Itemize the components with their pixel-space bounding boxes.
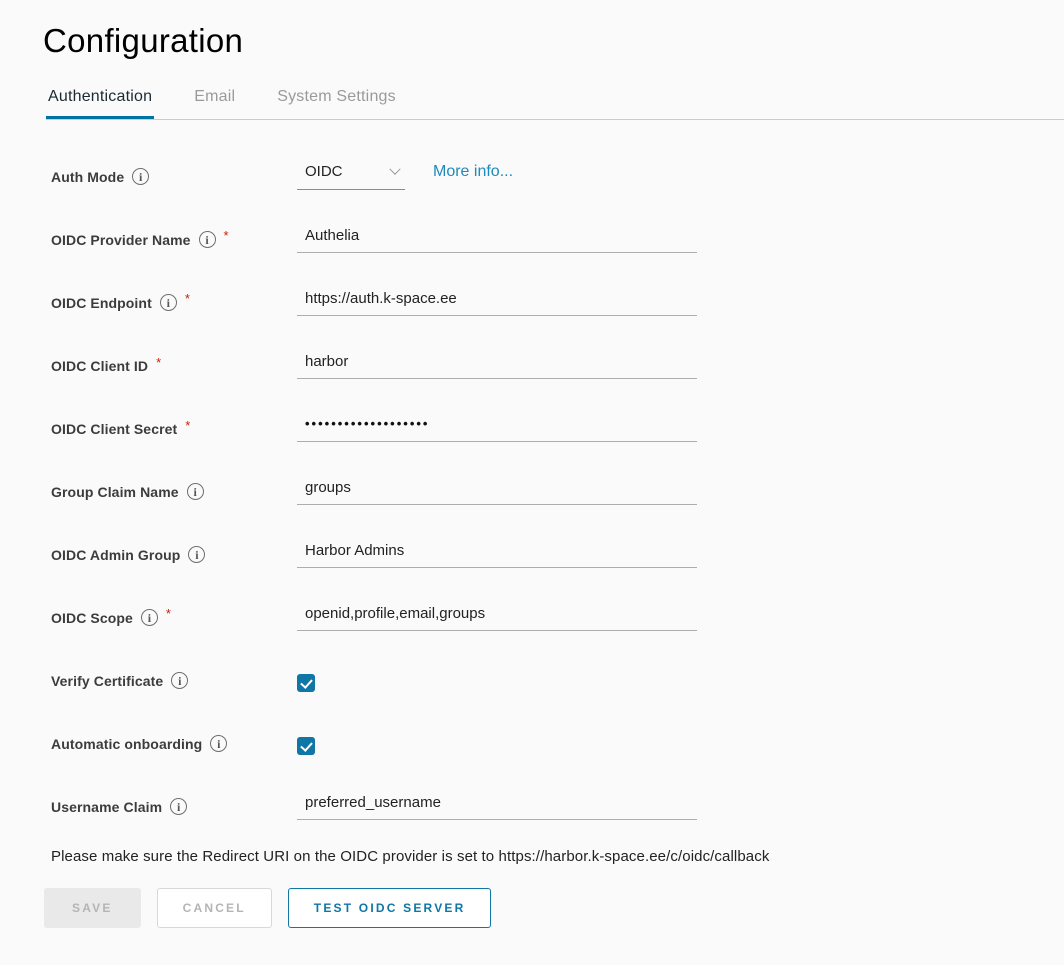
group-claim-name-input[interactable] (297, 479, 697, 505)
label-col: Username Claim i (51, 798, 297, 815)
field-label: OIDC Client Secret (51, 421, 177, 437)
label-col: OIDC Provider Name i * (51, 231, 297, 248)
info-icon[interactable]: i (210, 735, 227, 752)
control-col (297, 479, 697, 505)
control-col (297, 794, 697, 820)
config-form: Auth Mode i OIDC More info... OIDC Provider … (51, 149, 1064, 820)
label-col: Auth Mode i (51, 168, 297, 185)
oidc-provider-name-input[interactable] (297, 227, 697, 253)
field-label: Verify Certificate (51, 673, 163, 689)
label-col: Group Claim Name i (51, 483, 297, 500)
label-col: OIDC Endpoint i * (51, 294, 297, 311)
oidc-endpoint-input[interactable] (297, 290, 697, 316)
oidc-scope-input[interactable] (297, 605, 697, 631)
label-col: OIDC Admin Group i (51, 546, 297, 563)
info-icon[interactable]: i (160, 294, 177, 311)
field-label: OIDC Provider Name (51, 232, 191, 248)
control-col: OIDC More info... (297, 163, 513, 190)
test-oidc-server-button[interactable]: TEST OIDC SERVER (288, 888, 492, 928)
form-row-username-claim: Username Claim i (51, 779, 1064, 820)
required-asterisk: * (224, 228, 229, 243)
form-row-oidc-provider-name: OIDC Provider Name i * (51, 212, 1064, 253)
info-icon[interactable]: i (187, 483, 204, 500)
oidc-client-secret-input[interactable] (297, 416, 697, 442)
form-row-auth-mode: Auth Mode i OIDC More info... (51, 149, 1064, 190)
field-label: OIDC Scope (51, 610, 133, 626)
control-col (297, 674, 315, 694)
field-label: OIDC Endpoint (51, 295, 152, 311)
chevron-down-icon (389, 163, 400, 174)
field-label: Automatic onboarding (51, 736, 202, 752)
info-icon[interactable]: i (132, 168, 149, 185)
form-row-automatic-onboarding: Automatic onboarding i (51, 716, 1064, 757)
button-bar: SAVE CANCEL TEST OIDC SERVER (44, 888, 1064, 928)
required-asterisk: * (156, 355, 161, 370)
field-label: Auth Mode (51, 169, 124, 185)
form-row-oidc-client-secret: OIDC Client Secret * (51, 401, 1064, 442)
control-col (297, 416, 697, 442)
field-label: OIDC Admin Group (51, 547, 180, 563)
page-title: Configuration (43, 22, 1064, 60)
label-col: OIDC Client Secret * (51, 421, 297, 437)
info-icon[interactable]: i (188, 546, 205, 563)
control-col (297, 542, 697, 568)
username-claim-input[interactable] (297, 794, 697, 820)
info-icon[interactable]: i (141, 609, 158, 626)
redirect-uri-note: Please make sure the Redirect URI on the… (51, 848, 1064, 865)
info-icon[interactable]: i (199, 231, 216, 248)
form-row-verify-certificate: Verify Certificate i (51, 653, 1064, 694)
form-row-oidc-endpoint: OIDC Endpoint i * (51, 275, 1064, 316)
label-col: Automatic onboarding i (51, 735, 297, 752)
control-col (297, 290, 697, 316)
control-col (297, 227, 697, 253)
form-row-oidc-scope: OIDC Scope i * (51, 590, 1064, 631)
oidc-admin-group-input[interactable] (297, 542, 697, 568)
required-asterisk: * (185, 291, 190, 306)
field-label: Username Claim (51, 799, 162, 815)
cancel-button[interactable]: CANCEL (157, 888, 272, 928)
info-icon[interactable]: i (171, 672, 188, 689)
tab-authentication[interactable]: Authentication (46, 88, 154, 119)
oidc-client-id-input[interactable] (297, 353, 697, 379)
tab-system-settings[interactable]: System Settings (275, 88, 398, 119)
more-info-link[interactable]: More info... (433, 163, 513, 181)
tab-email[interactable]: Email (192, 88, 237, 119)
label-col: OIDC Scope i * (51, 609, 297, 626)
required-asterisk: * (185, 418, 190, 433)
control-col (297, 353, 697, 379)
label-col: OIDC Client ID * (51, 358, 297, 374)
form-row-group-claim-name: Group Claim Name i (51, 464, 1064, 505)
automatic-onboarding-checkbox[interactable] (297, 737, 315, 755)
label-col: Verify Certificate i (51, 672, 297, 689)
control-col (297, 605, 697, 631)
form-row-oidc-client-id: OIDC Client ID * (51, 338, 1064, 379)
auth-mode-select[interactable]: OIDC (297, 163, 405, 190)
control-col (297, 737, 315, 757)
field-label: OIDC Client ID (51, 358, 148, 374)
save-button[interactable]: SAVE (44, 888, 141, 928)
required-asterisk: * (166, 606, 171, 621)
field-label: Group Claim Name (51, 484, 179, 500)
select-value: OIDC (305, 163, 343, 180)
info-icon[interactable]: i (170, 798, 187, 815)
form-row-oidc-admin-group: OIDC Admin Group i (51, 527, 1064, 568)
tab-bar: Authentication Email System Settings (46, 88, 1064, 120)
verify-certificate-checkbox[interactable] (297, 674, 315, 692)
